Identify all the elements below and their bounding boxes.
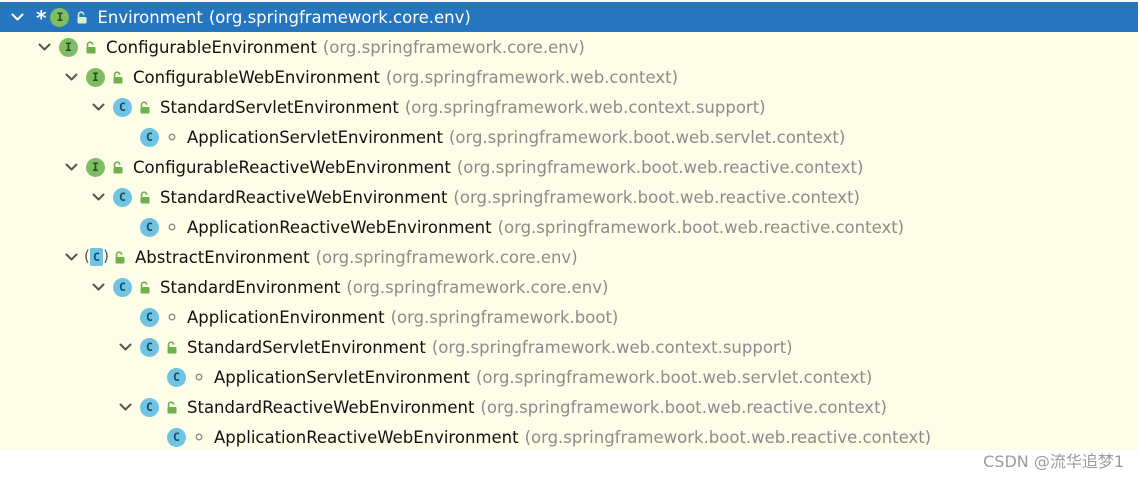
class-name: StandardEnvironment: [160, 277, 341, 297]
tree-row[interactable]: (C) AbstractEnvironment (org.springframewo…: [0, 242, 1138, 272]
class-icon: C: [113, 277, 132, 297]
tree-row[interactable]: C ApplicationReactiveWebEnvironment (org.s…: [0, 422, 1138, 452]
tree-row[interactable]: * I Environment (org.springframework.core.e…: [0, 2, 1138, 32]
class-icon: C: [113, 187, 132, 207]
tree-row[interactable]: C ApplicationServletEnvironment (org.sprin…: [0, 122, 1138, 152]
unlocked-icon: [165, 400, 179, 414]
tree-row[interactable]: I ConfigurableWebEnvironment (org.springfr…: [0, 62, 1138, 92]
package-name: (org.springframework.web.context.support…: [404, 97, 766, 117]
package-name: (org.springframework.boot.web.servlet.co…: [475, 367, 873, 387]
watermark: CSDN @流华追梦1: [983, 452, 1124, 471]
tree-row[interactable]: C StandardReactiveWebEnvironment (org.spri…: [0, 392, 1138, 422]
class-name: ApplicationServletEnvironment: [214, 367, 470, 387]
class-name: ConfigurableReactiveWebEnvironment: [133, 157, 451, 177]
interface-icon: I: [50, 7, 70, 27]
unlocked-icon: [75, 10, 89, 24]
tree-row[interactable]: C StandardEnvironment (org.springframework…: [0, 272, 1138, 302]
package-name: (org.springframework.core.env): [315, 247, 578, 267]
class-name: StandardServletEnvironment: [160, 97, 399, 117]
package-private-icon: [165, 130, 179, 144]
interface-icon: I: [86, 67, 105, 87]
package-private-icon: [165, 310, 179, 324]
unlocked-icon: [111, 70, 125, 84]
tree-row[interactable]: C StandardServletEnvironment (org.springfr…: [0, 332, 1138, 362]
class-name: StandardReactiveWebEnvironment: [187, 397, 475, 417]
chevron-down-icon[interactable]: [64, 250, 78, 264]
package-name: (org.springframework.boot.web.reactive.c…: [480, 397, 887, 417]
unlocked-icon: [113, 250, 127, 264]
class-icon: C: [167, 367, 186, 387]
class-icon: C: [140, 337, 159, 357]
tree-row[interactable]: C ApplicationServletEnvironment (org.sprin…: [0, 362, 1138, 392]
package-name: (org.springframework.boot.web.reactive.c…: [456, 157, 864, 177]
package-private-icon: [192, 430, 206, 444]
class-name: ApplicationReactiveWebEnvironment: [187, 217, 492, 237]
star-icon: *: [36, 6, 47, 30]
package-name: (org.springframework.boot.web.servlet.co…: [448, 127, 846, 147]
class-name: StandardReactiveWebEnvironment: [160, 187, 448, 207]
class-name: ConfigurableWebEnvironment: [133, 67, 380, 87]
package-name: (org.springframework.core.env): [208, 7, 471, 27]
package-name: (org.springframework.web.context.support…: [431, 337, 793, 357]
class-name: ApplicationServletEnvironment: [187, 127, 443, 147]
class-icon: C: [140, 307, 159, 327]
package-name: (org.springframework.boot): [390, 307, 619, 327]
class-icon: C: [140, 127, 159, 147]
class-name: ApplicationEnvironment: [187, 307, 385, 327]
class-name: AbstractEnvironment: [135, 247, 310, 267]
abstract-class-icon: (C): [84, 246, 109, 266]
package-name: (org.springframework.core.env): [346, 277, 609, 297]
unlocked-icon: [84, 40, 98, 54]
chevron-down-icon[interactable]: [10, 10, 24, 24]
package-private-icon: [192, 370, 206, 384]
interface-icon: I: [59, 37, 78, 57]
class-name: ApplicationReactiveWebEnvironment: [214, 427, 519, 447]
package-name: (org.springframework.boot.web.reactive.c…: [524, 427, 932, 447]
class-name: StandardServletEnvironment: [187, 337, 426, 357]
unlocked-icon: [138, 190, 152, 204]
tree-row[interactable]: I ConfigurableReactiveWebEnvironment (org.…: [0, 152, 1138, 182]
chevron-down-icon[interactable]: [91, 190, 105, 204]
chevron-down-icon[interactable]: [118, 400, 132, 414]
chevron-down-icon[interactable]: [64, 160, 78, 174]
tree-row[interactable]: C ApplicationReactiveWebEnvironment (org.s…: [0, 212, 1138, 242]
chevron-down-icon[interactable]: [91, 280, 105, 294]
package-name: (org.springframework.core.env): [322, 37, 585, 57]
hierarchy-tree: * I Environment (org.springframework.core.e…: [0, 0, 1138, 450]
chevron-down-icon[interactable]: [64, 70, 78, 84]
unlocked-icon: [111, 160, 125, 174]
class-icon: C: [140, 217, 159, 237]
unlocked-icon: [138, 100, 152, 114]
tree-row[interactable]: C StandardReactiveWebEnvironment (org.spri…: [0, 182, 1138, 212]
chevron-down-icon[interactable]: [37, 40, 51, 54]
unlocked-icon: [138, 280, 152, 294]
tree-row[interactable]: C StandardServletEnvironment (org.springfr…: [0, 92, 1138, 122]
package-name: (org.springframework.boot.web.reactive.c…: [453, 187, 860, 207]
class-icon: C: [113, 97, 132, 117]
class-icon: C: [167, 427, 186, 447]
class-icon: C: [140, 397, 159, 417]
chevron-down-icon[interactable]: [91, 100, 105, 114]
package-name: (org.springframework.web.context): [385, 67, 679, 87]
unlocked-icon: [165, 340, 179, 354]
class-name: Environment: [97, 7, 203, 27]
chevron-down-icon[interactable]: [118, 340, 132, 354]
interface-icon: I: [86, 157, 105, 177]
package-name: (org.springframework.boot.web.reactive.c…: [497, 217, 905, 237]
tree-row[interactable]: I ConfigurableEnvironment (org.springframe…: [0, 32, 1138, 62]
class-name: ConfigurableEnvironment: [106, 37, 317, 57]
tree-row[interactable]: C ApplicationEnvironment (org.springframew…: [0, 302, 1138, 332]
package-private-icon: [165, 220, 179, 234]
